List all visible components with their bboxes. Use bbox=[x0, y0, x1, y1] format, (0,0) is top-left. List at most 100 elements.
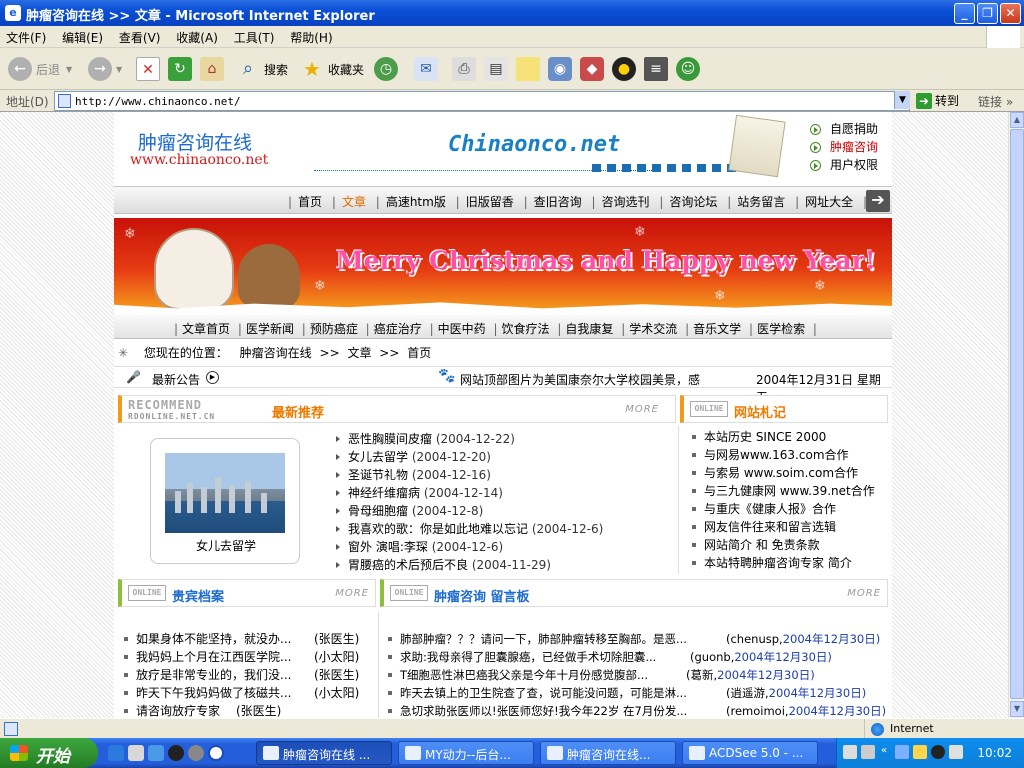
scroll-down-icon[interactable]: ▼ bbox=[1010, 701, 1024, 717]
address-input[interactable]: http://www.chinaonco.net/ bbox=[54, 91, 910, 111]
cat-search[interactable]: 医学检索 bbox=[757, 322, 805, 336]
guests-more-link[interactable]: MORE bbox=[335, 588, 369, 599]
research-button[interactable]: ◆ bbox=[580, 54, 608, 84]
cat-medical-news[interactable]: 医学新闻 bbox=[246, 322, 294, 336]
list-item[interactable]: 骨母细胞瘤 (2004-12-8) bbox=[336, 502, 666, 520]
search-button[interactable]: ⌕ 搜索 bbox=[236, 54, 288, 84]
list-item[interactable]: 女儿去留学 (2004-12-20) bbox=[336, 448, 666, 466]
input-method-icon[interactable] bbox=[861, 745, 875, 759]
list-item[interactable]: 昨天去镇上的卫生院查了查，说可能没问题，可能是淋... (逍遥游,2004年12月… bbox=[388, 684, 888, 702]
list-item[interactable]: 与网易www.163.com合作 bbox=[692, 446, 888, 464]
refresh-button[interactable]: ↻ bbox=[168, 54, 196, 84]
list-item[interactable]: 放疗是非常专业的，我们没... (张医生) bbox=[124, 666, 374, 684]
list-item[interactable]: 恶性胸膜间皮瘤 (2004-12-22) bbox=[336, 430, 666, 448]
play-icon[interactable]: ▶ bbox=[206, 371, 219, 384]
forward-dropdown-icon[interactable]: ▼ bbox=[116, 65, 122, 74]
menu-file[interactable]: 文件(F) bbox=[0, 26, 52, 46]
scroll-thumb[interactable] bbox=[1010, 129, 1024, 699]
msn-button[interactable]: ☺ bbox=[676, 54, 704, 84]
list-item[interactable]: 求助:我母亲得了胆囊腺癌，已经做手术切除胆囊... (guonb,2004年12月… bbox=[388, 648, 888, 666]
media-quicklaunch-icon[interactable] bbox=[148, 745, 164, 761]
list-item[interactable]: 窗外 演唱:李琛 (2004-12-6) bbox=[336, 538, 666, 556]
vertical-scrollbar[interactable]: ▲ ▼ bbox=[1008, 112, 1024, 718]
breadcrumb-articles[interactable]: 文章 bbox=[347, 346, 371, 360]
breadcrumb-site[interactable]: 肿瘤咨询在线 bbox=[240, 346, 312, 360]
consult-more-link[interactable]: MORE bbox=[847, 588, 881, 599]
menu-favorites[interactable]: 收藏(A) bbox=[170, 26, 224, 46]
announcement-text[interactable]: 网站顶部图片为美国康奈尔大学校园美景，感 bbox=[460, 371, 706, 388]
list-item[interactable]: 请咨询放疗专家 (张医生) bbox=[124, 702, 374, 718]
photo-caption[interactable]: 女儿去留学 bbox=[151, 537, 301, 554]
list-item[interactable]: 网友信件往来和留言选辑 bbox=[692, 518, 888, 536]
nav-old-consult[interactable]: 查旧咨询 bbox=[534, 195, 582, 209]
featured-photo-card[interactable]: 女儿去留学 bbox=[150, 438, 300, 564]
list-item[interactable]: 我妈妈上个月在江西医学院... (小太阳) bbox=[124, 648, 374, 666]
scroll-up-icon[interactable]: ▲ bbox=[1010, 112, 1024, 128]
nav-urls[interactable]: 网址大全 bbox=[805, 195, 853, 209]
close-button[interactable]: ✕ bbox=[1000, 3, 1021, 24]
stop-button[interactable]: ✕ bbox=[136, 54, 164, 84]
recommend-more-link[interactable]: MORE bbox=[625, 404, 659, 415]
nav-articles[interactable]: 文章 bbox=[342, 195, 366, 209]
start-button[interactable]: 开始 bbox=[0, 738, 98, 768]
forward-button[interactable]: → ▼ bbox=[88, 54, 122, 84]
network-icon[interactable] bbox=[895, 745, 909, 759]
nav-arrow-icon[interactable]: ➔ bbox=[866, 190, 890, 212]
clock-quicklaunch-icon[interactable] bbox=[208, 745, 224, 761]
qq-quicklaunch-icon[interactable] bbox=[168, 745, 184, 761]
nav-guestbook[interactable]: 站务留言 bbox=[737, 195, 785, 209]
menu-help[interactable]: 帮助(H) bbox=[284, 26, 338, 46]
menu-edit[interactable]: 编辑(E) bbox=[56, 26, 109, 46]
edit-button[interactable]: ▤ bbox=[484, 54, 512, 84]
expand-tray-icon[interactable]: « bbox=[881, 745, 895, 759]
list-item[interactable]: 与三九健康网 www.39.net合作 bbox=[692, 482, 888, 500]
address-url[interactable]: http://www.chinaonco.net/ bbox=[75, 95, 241, 108]
task-chinaonco-1[interactable]: 肿瘤咨询在线 ... bbox=[256, 741, 392, 765]
cat-music[interactable]: 音乐文学 bbox=[693, 322, 741, 336]
list-item[interactable]: 本站历史 SINCE 2000 bbox=[692, 428, 888, 446]
task-mydongli[interactable]: MY动力--后台... bbox=[398, 741, 534, 765]
site-logo-cn[interactable]: 肿瘤咨询在线 bbox=[138, 128, 252, 155]
menu-view[interactable]: 查看(V) bbox=[113, 26, 167, 46]
list-item[interactable]: 与重庆《健康人报》合作 bbox=[692, 500, 888, 518]
ie-quicklaunch-icon[interactable] bbox=[108, 745, 124, 761]
desktop-quicklaunch-icon[interactable] bbox=[128, 745, 144, 761]
discuss-button[interactable] bbox=[516, 54, 544, 84]
site-logo-url[interactable]: www.chinaonco.net bbox=[130, 152, 268, 168]
volume-icon[interactable] bbox=[949, 745, 963, 759]
cat-recovery[interactable]: 自我康复 bbox=[565, 322, 613, 336]
qq-button[interactable]: ● bbox=[612, 54, 640, 84]
cat-treatment[interactable]: 癌症治疗 bbox=[374, 322, 422, 336]
list-item[interactable]: 网站简介 和 免责条款 bbox=[692, 536, 888, 554]
nav-home[interactable]: 首页 bbox=[298, 195, 322, 209]
top-link-consult[interactable]: 肿瘤咨询 bbox=[810, 138, 878, 156]
restore-button[interactable]: ❐ bbox=[977, 3, 998, 24]
list-item[interactable]: 神经纤维瘤病 (2004-12-14) bbox=[336, 484, 666, 502]
qq-tray-icon[interactable] bbox=[931, 745, 945, 759]
player-quicklaunch-icon[interactable] bbox=[188, 745, 204, 761]
msn-icon[interactable] bbox=[913, 745, 927, 759]
task-chinaonco-2[interactable]: 肿瘤咨询在线... bbox=[540, 741, 676, 765]
nav-old-version[interactable]: 旧版留香 bbox=[466, 195, 514, 209]
keyboard-icon[interactable] bbox=[843, 745, 857, 759]
links-button[interactable]: 链接 » bbox=[978, 93, 1013, 110]
title-bar[interactable]: e 肿瘤咨询在线 >> 文章 - Microsoft Internet Expl… bbox=[0, 0, 1024, 26]
nav-htm[interactable]: 高速htm版 bbox=[386, 195, 446, 209]
top-link-donate[interactable]: 自愿捐助 bbox=[810, 120, 878, 138]
cat-prevention[interactable]: 预防癌症 bbox=[310, 322, 358, 336]
messenger-button[interactable]: ◉ bbox=[548, 54, 576, 84]
list-item[interactable]: 本站特聘肿瘤咨询专家 简介 bbox=[692, 554, 888, 572]
cat-tcm[interactable]: 中医中药 bbox=[438, 322, 486, 336]
list-item[interactable]: 急切求助张医师以!张医师您好!我今年22岁 在7月份发... (remoimoi,… bbox=[388, 702, 888, 718]
menu-tools[interactable]: 工具(T) bbox=[228, 26, 281, 46]
list-item[interactable]: 与索易 www.soim.com合作 bbox=[692, 464, 888, 482]
list-item[interactable]: 如果身体不能坚持，就没办... (张医生) bbox=[124, 630, 374, 648]
minimize-button[interactable]: _ bbox=[954, 3, 975, 24]
mail-button[interactable]: ✉ bbox=[414, 54, 442, 84]
list-item[interactable]: 圣诞节礼物 (2004-12-16) bbox=[336, 466, 666, 484]
nav-selected[interactable]: 咨询选刊 bbox=[602, 195, 650, 209]
cat-academic[interactable]: 学术交流 bbox=[629, 322, 677, 336]
back-button[interactable]: ← 后退 ▼ bbox=[8, 54, 72, 84]
back-dropdown-icon[interactable]: ▼ bbox=[66, 65, 72, 74]
list-item[interactable]: T细胞恶性淋巴癌我父亲是今年十月份感觉腹部... (葛新,2004年12月30日) bbox=[388, 666, 888, 684]
